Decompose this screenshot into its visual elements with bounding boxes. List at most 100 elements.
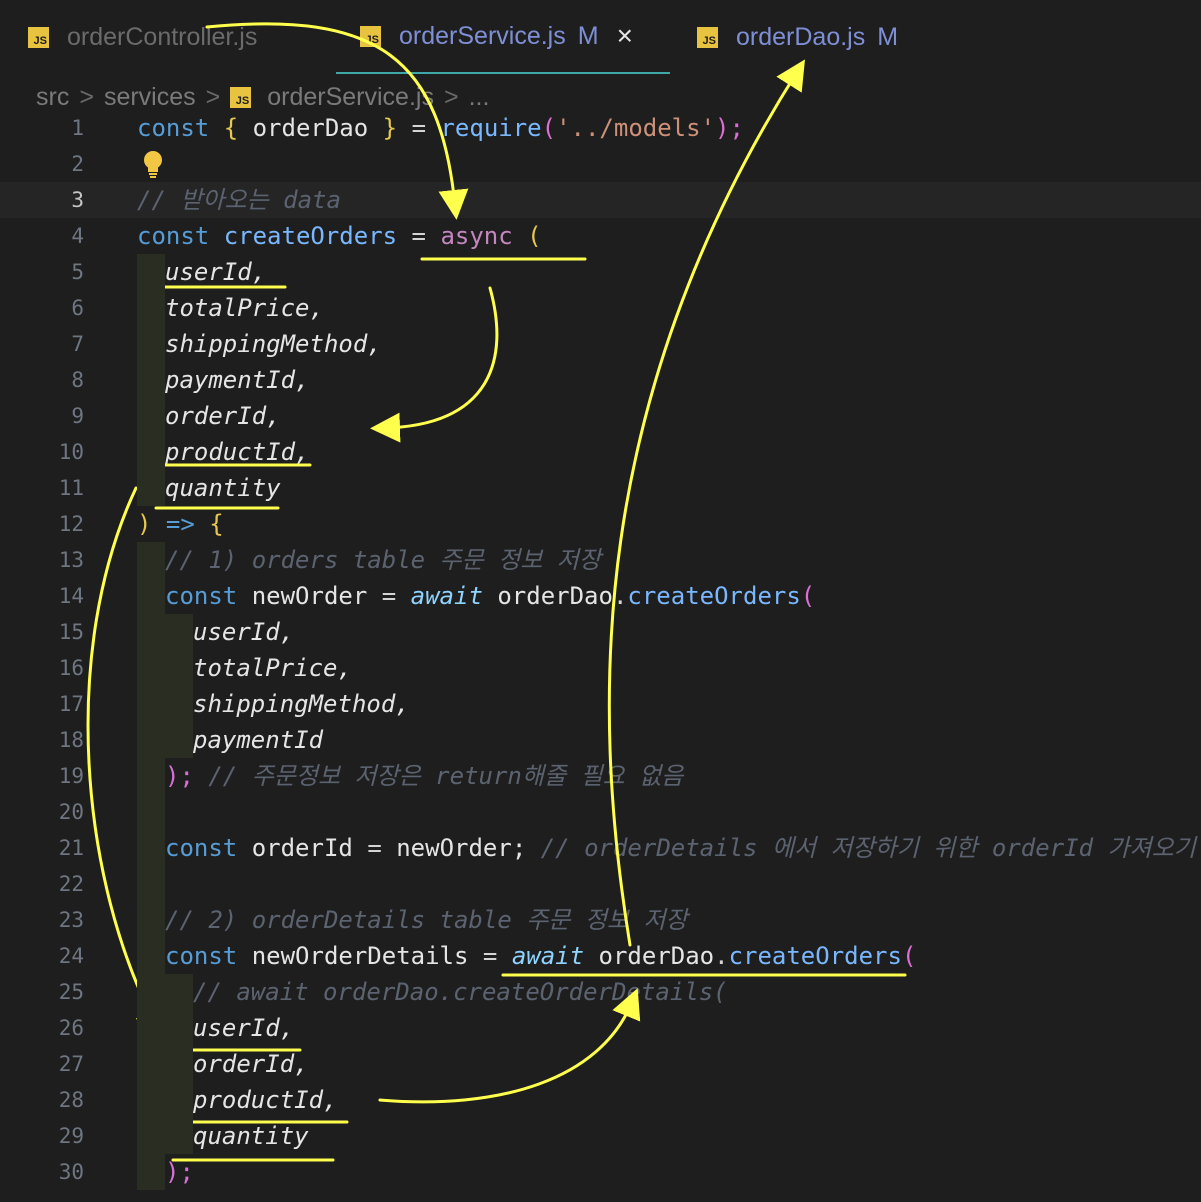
line-number: 28 (58, 1088, 84, 1112)
token: = (411, 114, 427, 142)
breadcrumb-symbol[interactable]: ... (469, 83, 490, 112)
code-text: const newOrder = await orderDao.createOr… (165, 578, 815, 614)
token: ( (901, 942, 917, 970)
token: totalPrice, (165, 294, 324, 322)
token: = (367, 834, 382, 862)
code-line[interactable]: 13 // 1) orders table 주문 정보 저장 (0, 542, 1201, 578)
token: = (411, 222, 426, 250)
code-line[interactable]: 7 shippingMethod, (0, 326, 1201, 362)
code-line[interactable]: 21 const orderId = newOrder; // orderDeta… (0, 830, 1201, 866)
code-text: // 2) orderDetails table 주문 정보 저장 (165, 902, 688, 938)
token: // 받아오는 data (137, 186, 341, 214)
token: orderDao (598, 942, 715, 970)
token: totalPrice, (193, 654, 352, 682)
code-line[interactable]: 10 productId, (0, 434, 1201, 470)
breadcrumb-services[interactable]: services (104, 83, 196, 112)
chevron-right-icon: > (205, 82, 221, 111)
code-line[interactable]: 12) => { (0, 506, 1201, 542)
line-number: 26 (58, 1016, 84, 1040)
code-text: productId, (165, 434, 310, 470)
token: } (382, 114, 398, 142)
line-number: 30 (58, 1160, 84, 1184)
code-line[interactable]: 6 totalPrice, (0, 290, 1201, 326)
breadcrumb-src[interactable]: src (36, 83, 69, 112)
code-line[interactable]: 5 userId, (0, 254, 1201, 290)
code-text: ) => { (137, 506, 224, 542)
line-number: 20 (58, 800, 84, 824)
token: require (440, 114, 542, 142)
code-line[interactable]: 20 (0, 794, 1201, 830)
code-line[interactable]: 30); (0, 1154, 1201, 1190)
line-number: 19 (58, 764, 84, 788)
code-text: userId, (193, 1010, 294, 1046)
code-line[interactable]: 1 const { orderDao } = require('../models… (0, 110, 1201, 146)
code-text: shippingMethod, (193, 686, 410, 722)
chevron-right-icon: > (79, 82, 94, 111)
token: async (440, 222, 513, 250)
code-text: const { orderDao } = require('../models'… (137, 110, 744, 146)
token: newOrderDetails (251, 942, 469, 970)
tab-label: orderController.js (67, 22, 258, 51)
lightbulb-icon[interactable] (141, 150, 165, 180)
token: const (137, 114, 210, 142)
token: ( (527, 222, 542, 250)
code-text: shippingMethod, (165, 326, 382, 362)
token: await (511, 942, 585, 970)
line-number: 10 (58, 440, 84, 464)
token: orderDao (252, 114, 369, 142)
code-line[interactable]: 19); // 주문정보 저장은 return해줄 필요 없음 (0, 758, 1201, 794)
token: . (714, 942, 729, 970)
token: const (165, 942, 238, 970)
line-number: 21 (58, 836, 84, 860)
token: ); (165, 1158, 194, 1186)
token: ( (541, 114, 557, 142)
code-line[interactable]: 9 orderId, (0, 398, 1201, 434)
token: orderId, (193, 1050, 309, 1078)
tab-label: orderDao.js (736, 22, 866, 51)
token: newOrder; (396, 834, 527, 862)
code-line[interactable]: 11 quantity (0, 470, 1201, 506)
code-text: productId, (193, 1082, 338, 1118)
code-line[interactable]: 23 // 2) orderDetails table 주문 정보 저장 (0, 902, 1201, 938)
breadcrumb-file[interactable]: orderService.js (267, 83, 434, 112)
close-icon[interactable]: × (617, 20, 633, 52)
line-number: 13 (58, 548, 84, 572)
token: = (381, 582, 397, 610)
code-line[interactable]: 2 (0, 146, 1201, 182)
token: // orderDetails 에서 저장하기 위한 orderId 가져오기 (540, 834, 1196, 862)
token: // await orderDao.createOrderDetails( (193, 978, 728, 1006)
code-line[interactable]: 4 const createOrders = async ( (0, 218, 1201, 254)
token: // 2) orderDetails table 주문 정보 저장 (165, 906, 688, 934)
code-line[interactable]: 14 const newOrder = await orderDao.create… (0, 578, 1201, 614)
code-line[interactable]: 22 (0, 866, 1201, 902)
code-text: paymentId (193, 722, 323, 758)
line-number: 29 (58, 1124, 84, 1148)
line-number: 14 (58, 584, 84, 608)
line-number: 3 (71, 188, 84, 212)
tab-label: orderService.js (399, 21, 566, 50)
token: // 1) orders table 주문 정보 저장 (165, 546, 601, 574)
code-text: userId, (193, 614, 294, 650)
tab-bar: JS orderController.js JS orderService.js… (0, 0, 1201, 74)
line-number: 7 (71, 332, 84, 356)
code-text: // await orderDao.createOrderDetails( (193, 974, 728, 1010)
line-number: 25 (58, 980, 84, 1004)
token: createOrders (627, 582, 801, 610)
token: productId, (193, 1086, 338, 1114)
line-number: 4 (71, 224, 84, 248)
tab-order-service[interactable]: JS orderService.js M × (336, 0, 670, 74)
token: userId, (165, 258, 267, 286)
code-line[interactable]: 3 // 받아오는 data (0, 182, 1201, 218)
code-line[interactable]: 24 const newOrderDetails = await orderDao… (0, 938, 1201, 974)
token: const (165, 834, 238, 862)
tab-order-dao[interactable]: JS orderDao.js M (697, 0, 898, 74)
token: ( (800, 582, 816, 610)
token: paymentId, (165, 366, 310, 394)
tab-order-controller[interactable]: JS orderController.js (28, 0, 257, 74)
line-number: 1 (71, 116, 84, 140)
code-line[interactable]: 8 paymentId, (0, 362, 1201, 398)
line-number: 8 (71, 368, 84, 392)
line-number: 15 (58, 620, 84, 644)
js-file-icon: JS (360, 25, 381, 47)
code-text: // 받아오는 data (137, 182, 341, 218)
